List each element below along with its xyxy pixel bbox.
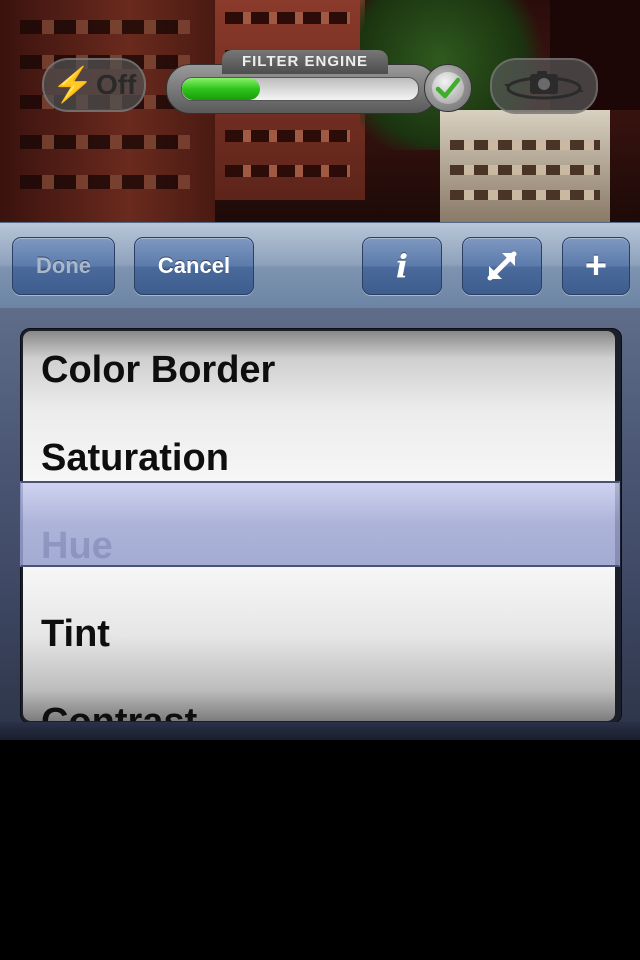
filter-engine-status [424,64,472,112]
building-right [440,110,610,222]
flash-label: Off [95,69,137,100]
picker-item-contrast[interactable]: Contrast [41,678,601,721]
resize-arrows-icon [487,251,517,281]
camera-preview: ⚡ Off FILTER ENGINE [0,0,640,222]
picker-item-color-border[interactable]: Color Border [41,331,601,414]
lightning-icon: ⚡ [51,66,94,104]
filter-engine-progress-fill [182,78,260,100]
filter-engine-indicator: FILTER ENGINE [166,50,472,114]
resize-button[interactable] [462,237,542,295]
filter-engine-title: FILTER ENGINE [222,50,388,74]
picker-selection-indicator [20,481,620,567]
camera-switch-icon [504,71,584,100]
done-button[interactable]: Done [12,237,115,295]
filter-picker-area: Color Border Saturation Hue Tint Contras… [0,308,640,740]
toolbar: Done Cancel i + [0,222,640,310]
picker-bottom-edge [0,722,640,740]
filter-engine-progress-track [181,77,419,101]
switch-camera-button[interactable] [490,58,598,114]
picker-item-tint[interactable]: Tint [41,590,601,678]
add-button[interactable]: + [562,237,630,295]
flash-toggle-button[interactable]: ⚡ Off [42,58,146,112]
checkmark-icon [435,77,461,99]
cancel-button[interactable]: Cancel [134,237,254,295]
info-button[interactable]: i [362,237,442,295]
